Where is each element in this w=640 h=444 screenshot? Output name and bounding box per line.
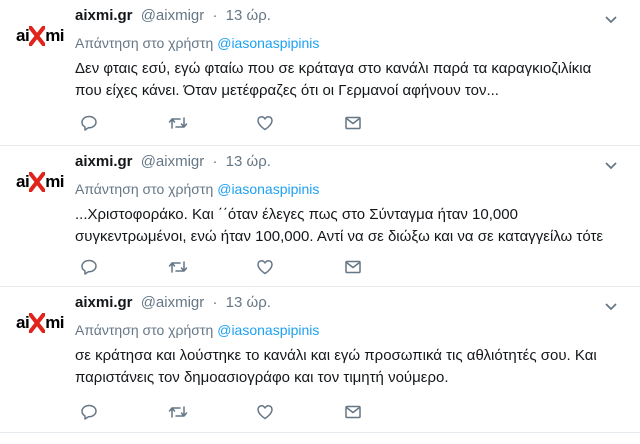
tweet[interactable]: ai mi aixmi.gr @aixmigr · 13 ώρ. Απάντησ… <box>0 146 640 287</box>
avatar[interactable]: ai mi <box>16 170 66 194</box>
retweet-button[interactable] <box>168 403 256 421</box>
separator-dot: · <box>212 7 218 24</box>
next-tweet-edge <box>0 433 640 444</box>
tweet-text-line: παριστάνεις τον δημοασιογράφο και τον τι… <box>75 369 449 386</box>
username[interactable]: @aixmigr <box>141 7 205 24</box>
separator-dot: · <box>212 153 218 170</box>
reply-button[interactable] <box>80 258 168 276</box>
retweet-icon <box>168 406 188 418</box>
tweet-header: aixmi.gr @aixmigr · 13 ώρ. <box>75 7 271 24</box>
tweet-actions <box>80 403 432 421</box>
mention-link[interactable]: @iasonaspipinis <box>217 181 319 197</box>
like-button[interactable] <box>256 403 344 421</box>
tweet-text-line: που είχες κάνει. Όταν μετέφραζες ότι οι … <box>75 82 499 99</box>
avatar-text-right: mi <box>45 172 65 191</box>
mention-link[interactable]: @iasonaspipinis <box>217 322 319 338</box>
retweet-icon <box>168 261 188 273</box>
reply-icon <box>81 115 97 131</box>
tweet[interactable]: ai mi aixmi.gr @aixmigr · 13 ώρ. Απάντησ… <box>0 287 640 433</box>
avatar-text-left: ai <box>16 313 30 332</box>
retweet-button[interactable] <box>168 258 256 276</box>
envelope-icon <box>345 116 361 130</box>
retweet-button[interactable] <box>168 114 256 132</box>
reply-context: Απάντηση στο χρήστη @iasonaspipinis <box>75 181 319 197</box>
chevron-down-icon[interactable] <box>604 12 618 24</box>
retweet-icon <box>168 117 188 129</box>
tweet-header: aixmi.gr @aixmigr · 13 ώρ. <box>75 294 271 311</box>
tweet-text-line: Δεν φταις εσύ, εγώ φταίω που σε κράταγα … <box>75 60 592 77</box>
display-name[interactable]: aixmi.gr <box>75 7 133 24</box>
like-button[interactable] <box>256 114 344 132</box>
reply-context: Απάντηση στο χρήστη @iasonaspipinis <box>75 35 319 51</box>
tweet-actions <box>80 114 432 132</box>
mention-link[interactable]: @iasonaspipinis <box>217 35 319 51</box>
reply-button[interactable] <box>80 114 168 132</box>
timestamp[interactable]: 13 ώρ. <box>226 294 271 311</box>
avatar-text-right: mi <box>45 26 65 45</box>
display-name[interactable]: aixmi.gr <box>75 153 133 170</box>
tweet-text-line: συγκεντρωμένοι, ενώ ήταν 100,000. Αντί ν… <box>75 228 604 245</box>
timeline: ai mi aixmi.gr @aixmigr · 13 ώρ. Απάντησ… <box>0 0 640 444</box>
avatar-text-right: mi <box>45 313 65 332</box>
username[interactable]: @aixmigr <box>141 294 205 311</box>
avatar-text-left: ai <box>16 172 30 191</box>
chevron-down-icon[interactable] <box>604 158 618 170</box>
avatar-x-mark <box>29 172 46 192</box>
avatar-text-left: ai <box>16 26 30 45</box>
reply-icon <box>81 259 97 275</box>
tweet-text: ...Χριστοφοράκο. Και ΄΄όταν έλεγες πως σ… <box>75 204 620 248</box>
like-button[interactable] <box>256 258 344 276</box>
avatar-x-mark <box>29 26 46 46</box>
avatar-x-mark <box>29 313 46 333</box>
direct-message-button[interactable] <box>344 114 432 132</box>
timestamp[interactable]: 13 ώρ. <box>226 7 271 24</box>
direct-message-button[interactable] <box>344 258 432 276</box>
envelope-icon <box>345 260 361 274</box>
tweet-text: σε κράτησα και λούστηκε το κανάλι και εγ… <box>75 345 620 389</box>
heart-icon <box>257 260 273 275</box>
tweet[interactable]: ai mi aixmi.gr @aixmigr · 13 ώρ. Απάντησ… <box>0 0 640 146</box>
reply-icon <box>81 404 97 420</box>
avatar[interactable]: ai mi <box>16 24 66 48</box>
tweet-actions <box>80 258 432 276</box>
reply-context-label: Απάντηση στο χρήστη <box>75 35 214 51</box>
avatar[interactable]: ai mi <box>16 311 66 335</box>
separator-dot: · <box>212 294 218 311</box>
heart-icon <box>257 116 273 131</box>
timestamp[interactable]: 13 ώρ. <box>226 153 271 170</box>
heart-icon <box>257 405 273 420</box>
envelope-icon <box>345 405 361 419</box>
reply-button[interactable] <box>80 403 168 421</box>
direct-message-button[interactable] <box>344 403 432 421</box>
chevron-down-icon[interactable] <box>604 299 618 311</box>
tweet-text: Δεν φταις εσύ, εγώ φταίω που σε κράταγα … <box>75 58 620 102</box>
display-name[interactable]: aixmi.gr <box>75 294 133 311</box>
reply-context-label: Απάντηση στο χρήστη <box>75 181 214 197</box>
tweet-text-line: ...Χριστοφοράκο. Και ΄΄όταν έλεγες πως σ… <box>75 206 518 223</box>
tweet-text-line: σε κράτησα και λούστηκε το κανάλι και εγ… <box>75 347 597 364</box>
tweet-header: aixmi.gr @aixmigr · 13 ώρ. <box>75 153 271 170</box>
reply-context-label: Απάντηση στο χρήστη <box>75 322 214 338</box>
reply-context: Απάντηση στο χρήστη @iasonaspipinis <box>75 322 319 338</box>
username[interactable]: @aixmigr <box>141 153 205 170</box>
